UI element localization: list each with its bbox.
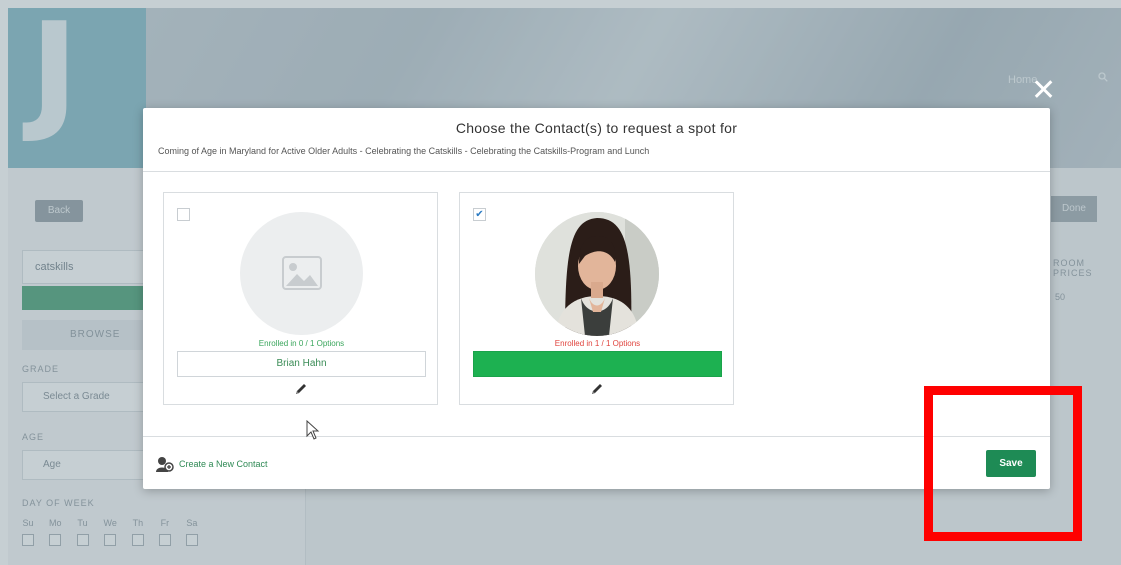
enrollment-status: Enrolled in 0 / 1 Options — [258, 339, 345, 348]
modal-title: Choose the Contact(s) to request a spot … — [455, 120, 738, 136]
contact-checkbox[interactable] — [177, 208, 190, 221]
contact-card[interactable]: Enrolled in 0 / 1 Options Brian Hahn — [163, 192, 438, 405]
contact-checkbox[interactable]: ✔ — [473, 208, 486, 221]
contact-name-field[interactable]: Brian Hahn — [177, 351, 426, 377]
avatar-placeholder — [240, 212, 363, 335]
modal-subtitle: Coming of Age in Maryland for Active Old… — [158, 146, 650, 156]
highlight-annotation-box — [924, 386, 1082, 541]
modal-header: Choose the Contact(s) to request a spot … — [143, 108, 1050, 172]
contact-name-field[interactable] — [473, 351, 722, 377]
contact-photo-image — [535, 212, 659, 336]
create-contact-link[interactable]: Create a New Contact — [156, 456, 268, 472]
enrollment-status: Enrolled in 1 / 1 Options — [554, 339, 641, 348]
edit-pencil-icon[interactable] — [590, 382, 604, 396]
modal-footer: Create a New Contact Save — [143, 436, 1050, 489]
contact-card[interactable]: ✔ Enrolled in 1 / 1 Options — [459, 192, 734, 405]
contact-select-modal: Choose the Contact(s) to request a spot … — [143, 108, 1050, 489]
mouse-cursor-icon — [306, 420, 320, 440]
close-icon[interactable]: ✕ — [1031, 76, 1056, 106]
edit-pencil-icon[interactable] — [294, 382, 308, 396]
create-contact-label: Create a New Contact — [179, 459, 268, 469]
image-placeholder-icon — [282, 256, 322, 290]
add-user-icon — [156, 457, 174, 472]
contact-photo — [535, 212, 659, 336]
